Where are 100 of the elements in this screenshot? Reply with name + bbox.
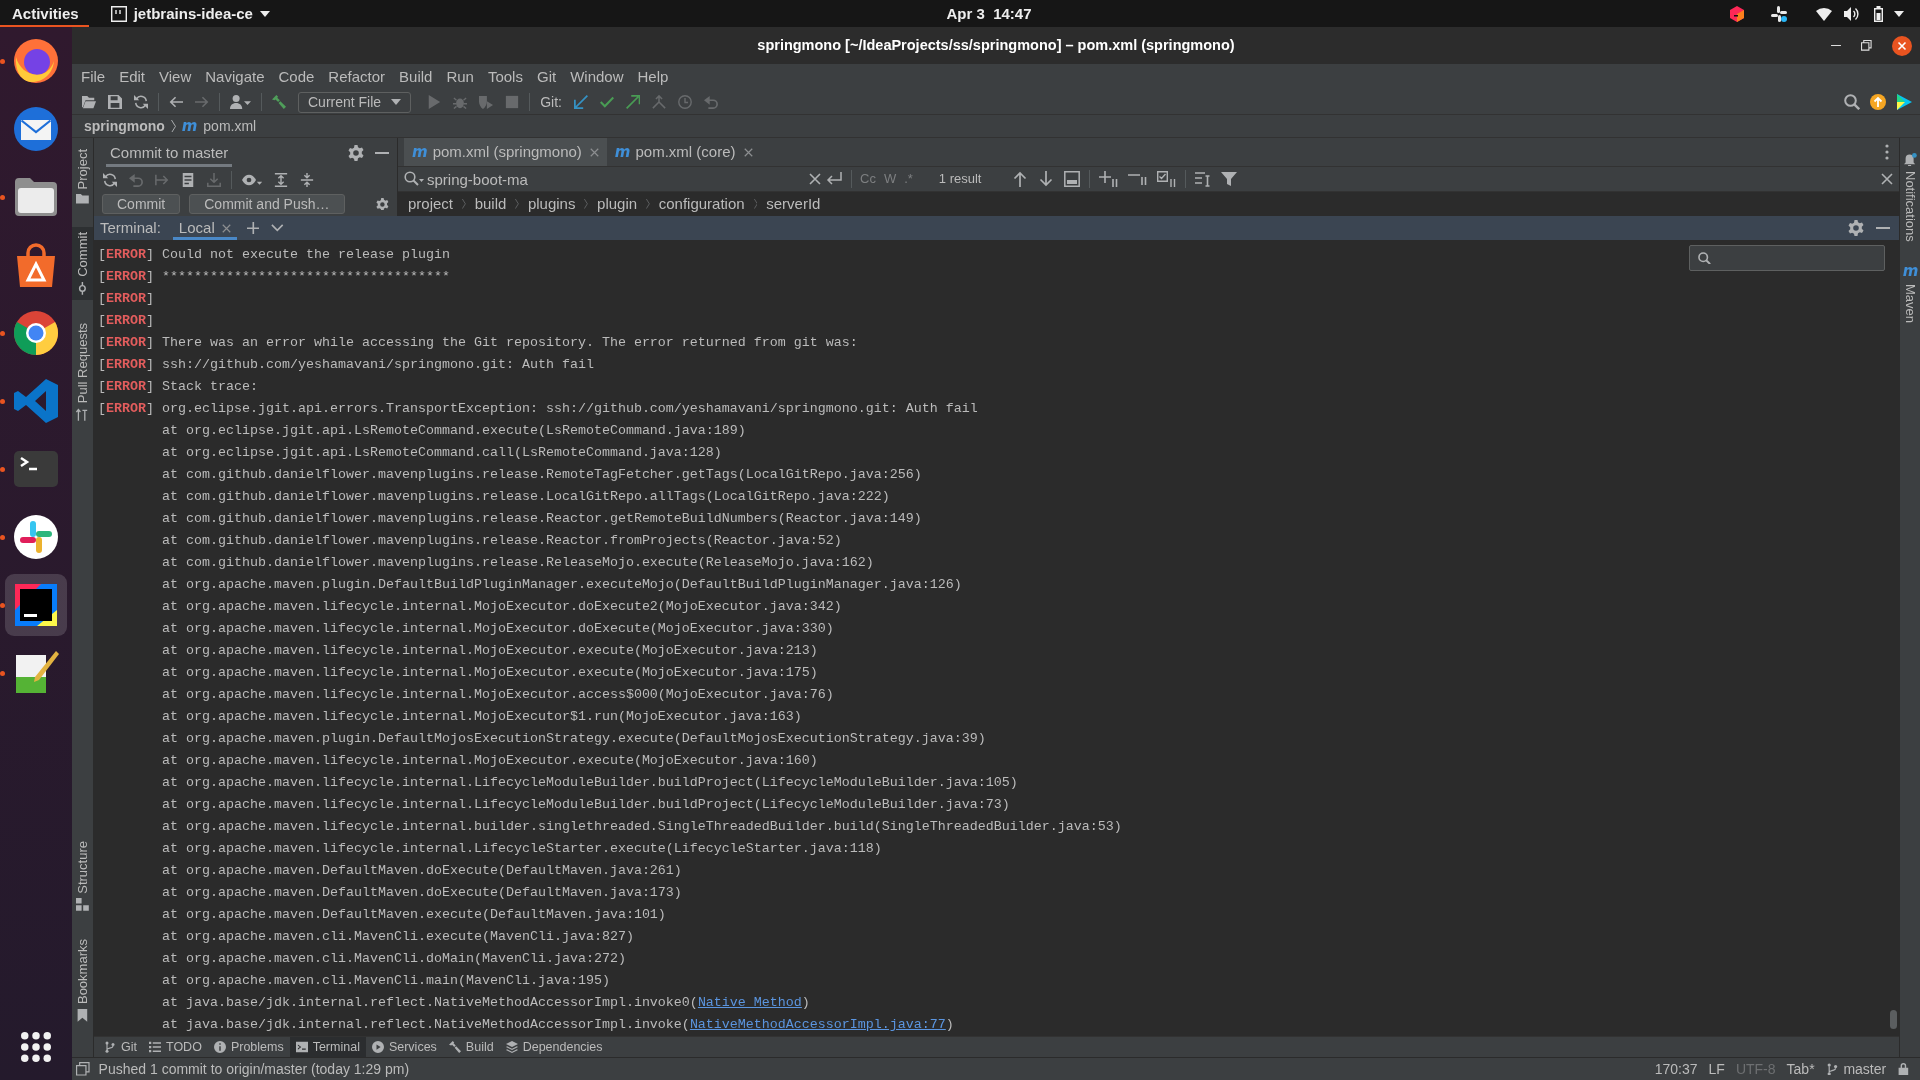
arrow-left-icon[interactable] bbox=[169, 95, 183, 109]
commit-button[interactable]: Commit bbox=[102, 194, 181, 214]
filter-icon[interactable] bbox=[1221, 171, 1238, 187]
newline-icon[interactable] bbox=[826, 171, 842, 187]
lock-icon[interactable] bbox=[1897, 1063, 1910, 1075]
expand-icon[interactable] bbox=[274, 172, 289, 187]
checkbox-bars-icon[interactable] bbox=[1157, 171, 1177, 187]
tool-window-tab[interactable]: TODO bbox=[143, 1037, 208, 1057]
breadcrumb-item[interactable]: serverId bbox=[766, 195, 821, 213]
checkmark-icon[interactable] bbox=[599, 95, 614, 109]
menu-item[interactable]: Tools bbox=[480, 64, 530, 90]
arrow-down-left-icon[interactable] bbox=[573, 95, 588, 109]
menu-item[interactable]: Git bbox=[529, 64, 564, 90]
folder-icon[interactable] bbox=[82, 95, 96, 109]
tool-window-button[interactable]: Project bbox=[72, 144, 93, 210]
tool-window-tab[interactable]: Git bbox=[98, 1037, 143, 1057]
pinwheel-icon[interactable] bbox=[1771, 5, 1787, 22]
menu-item[interactable]: Navigate bbox=[198, 64, 272, 90]
menu-item[interactable]: Build bbox=[392, 64, 440, 90]
hammer-icon[interactable] bbox=[272, 95, 286, 109]
tool-window-button[interactable]: m Maven bbox=[1900, 258, 1920, 328]
status-message[interactable]: Pushed 1 commit to origin/master (today 1:29 pm) bbox=[98, 1060, 410, 1078]
close-icon[interactable] bbox=[809, 173, 821, 185]
close-icon[interactable] bbox=[221, 223, 231, 233]
close-icon[interactable] bbox=[589, 147, 599, 157]
tool-window-tab[interactable]: Terminal bbox=[289, 1037, 366, 1057]
breadcrumb-item[interactable]: plugin bbox=[597, 195, 638, 213]
document-icon[interactable] bbox=[181, 172, 195, 187]
menu-item[interactable]: Run bbox=[439, 64, 481, 90]
menu-item[interactable]: File bbox=[74, 64, 113, 90]
window-restore-icon[interactable] bbox=[1861, 40, 1872, 51]
status-item[interactable]: LF bbox=[1708, 1060, 1725, 1078]
arrow-up-icon[interactable] bbox=[1012, 171, 1029, 187]
gear-icon[interactable] bbox=[376, 197, 389, 211]
status-item[interactable]: Tab* bbox=[1786, 1060, 1815, 1078]
menu-item[interactable]: Code bbox=[271, 64, 322, 90]
source-link[interactable]: Native Method bbox=[697, 995, 802, 1010]
breadcrumb-item[interactable]: springmono bbox=[84, 117, 165, 135]
status-item[interactable]: 170:37 bbox=[1654, 1060, 1698, 1078]
arrow-up-right-icon[interactable] bbox=[625, 95, 640, 109]
tool-window-tab[interactable]: Dependencies bbox=[499, 1037, 609, 1057]
status-item[interactable]: master bbox=[1843, 1060, 1887, 1078]
plus-icon[interactable] bbox=[246, 221, 260, 235]
search-icon[interactable] bbox=[404, 171, 424, 187]
tool-window-tab[interactable]: Problems bbox=[207, 1037, 290, 1057]
tool-window-button[interactable]: Structure bbox=[72, 835, 93, 917]
editor-tab[interactable]: m pom.xml (springmono) bbox=[404, 138, 607, 166]
text-lines-icon[interactable] bbox=[1195, 171, 1212, 187]
menu-item[interactable]: Help bbox=[630, 64, 676, 90]
dock-app-button[interactable] bbox=[5, 574, 67, 636]
breadcrumb-item[interactable]: build bbox=[474, 195, 507, 213]
arrow-down-icon[interactable] bbox=[1038, 171, 1055, 187]
menu-item[interactable]: Edit bbox=[112, 64, 153, 90]
breadcrumb-item[interactable]: configuration bbox=[658, 195, 745, 213]
breadcrumb-item[interactable]: plugins bbox=[527, 195, 576, 213]
minus-bars-icon[interactable] bbox=[1128, 173, 1148, 185]
tool-window-tab[interactable]: Commit to master bbox=[106, 138, 233, 167]
gear-icon[interactable] bbox=[1848, 220, 1864, 236]
wifi-icon[interactable] bbox=[1816, 5, 1832, 22]
breadcrumb-item[interactable]: pom.xml bbox=[203, 117, 257, 135]
refresh-icon[interactable] bbox=[134, 95, 148, 109]
search-field[interactable]: spring-boot-ma bbox=[424, 168, 809, 190]
tool-window-button[interactable]: Pull Requests bbox=[72, 317, 93, 426]
scrollbar-thumb[interactable] bbox=[1890, 1010, 1897, 1029]
commit-button[interactable]: Commit and Push… bbox=[189, 194, 345, 214]
close-icon[interactable] bbox=[1881, 173, 1893, 185]
plus-bars-icon[interactable] bbox=[1099, 171, 1119, 187]
tool-window-tab[interactable]: Services bbox=[365, 1037, 443, 1057]
battery-icon[interactable] bbox=[1873, 5, 1884, 22]
search-icon[interactable] bbox=[1844, 94, 1860, 110]
window-close-icon[interactable] bbox=[1892, 35, 1912, 56]
terminal-search-field[interactable] bbox=[1689, 245, 1885, 271]
editor-tab[interactable]: m pom.xml (core) bbox=[606, 138, 761, 166]
run-config-dropdown[interactable]: Current File bbox=[298, 91, 412, 113]
menu-item[interactable]: Window bbox=[563, 64, 631, 90]
minimize-icon[interactable] bbox=[375, 151, 389, 154]
caret-down-icon[interactable] bbox=[1894, 10, 1904, 17]
app-menu-button[interactable]: jetbrains-idea-ce bbox=[110, 4, 270, 23]
triangle-logo-icon[interactable] bbox=[1896, 94, 1912, 110]
chevron-down-icon[interactable] bbox=[271, 224, 284, 232]
breadcrumb-item[interactable]: project bbox=[408, 195, 454, 213]
tool-window-button[interactable]: Bookmarks bbox=[72, 934, 93, 1027]
windows-icon[interactable] bbox=[76, 1062, 90, 1076]
user-dropdown-icon[interactable] bbox=[230, 95, 251, 109]
window-minimize-icon[interactable] bbox=[1831, 44, 1841, 47]
refresh-icon[interactable] bbox=[103, 172, 117, 187]
app-grid-icon[interactable] bbox=[21, 1032, 51, 1062]
kebab-menu-icon[interactable] bbox=[1885, 144, 1889, 160]
menu-item[interactable]: Refactor bbox=[321, 64, 393, 90]
cube-icon[interactable] bbox=[1729, 5, 1745, 22]
upload-arrow-icon[interactable] bbox=[1870, 94, 1886, 110]
gear-icon[interactable] bbox=[348, 144, 364, 161]
menu-item[interactable]: View bbox=[152, 64, 199, 90]
collapse-icon[interactable] bbox=[300, 172, 315, 187]
clock[interactable]: Apr 3 14:47 bbox=[872, 0, 1032, 27]
tool-window-button[interactable]: Commit bbox=[72, 227, 93, 300]
eye-dropdown-icon[interactable] bbox=[242, 172, 263, 187]
tool-window-tab[interactable]: Build bbox=[442, 1037, 500, 1057]
speaker-icon[interactable] bbox=[1844, 5, 1860, 22]
source-link[interactable]: NativeMethodAccessorImpl.java:77 bbox=[689, 1017, 946, 1032]
